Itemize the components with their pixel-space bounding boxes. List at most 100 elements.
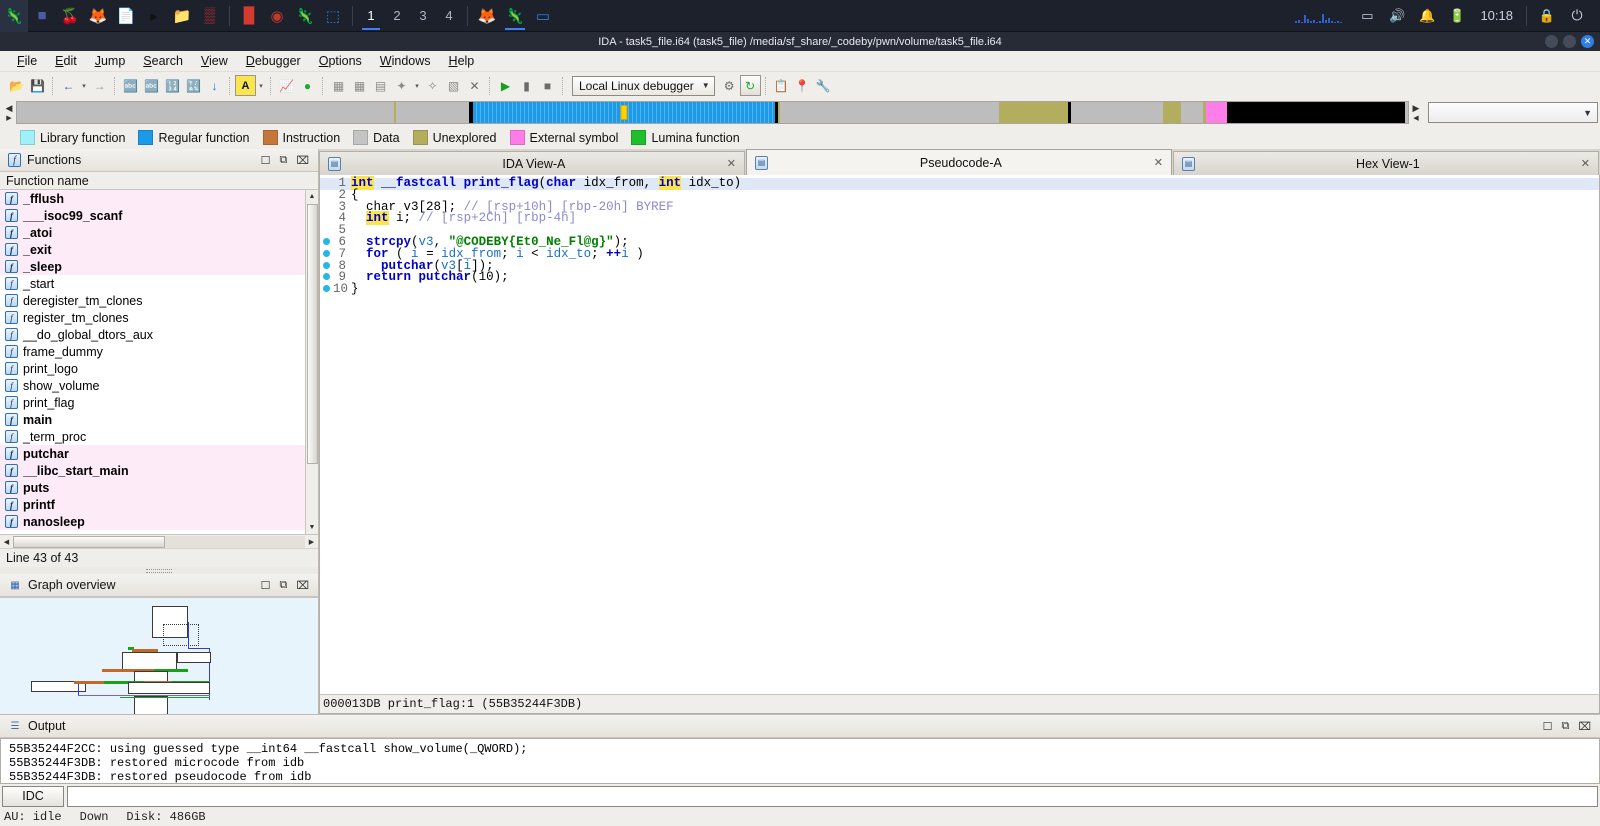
function-list-item[interactable]: f___isoc99_scanf (0, 207, 305, 224)
float-pane-button[interactable]: ⧉ (1561, 720, 1569, 733)
app-icon-document[interactable]: 📄 (112, 0, 140, 32)
power-icon[interactable]: ⏻ (1562, 0, 1592, 32)
functions-list[interactable]: f_fflushf___isoc99_scanff_atoif_exitf_sl… (0, 190, 305, 534)
function-list-item[interactable]: f_start (0, 275, 305, 292)
menu-bar[interactable]: FileEditJumpSearchViewDebuggerOptionsWin… (0, 51, 1600, 72)
debugger-run-button[interactable]: ▶ (495, 75, 516, 96)
forward-button[interactable]: → (89, 75, 110, 96)
graph-node-selection[interactable] (163, 624, 199, 646)
scroll-thumb[interactable] (307, 204, 318, 464)
menu-file[interactable]: File (8, 52, 46, 70)
save-button[interactable]: 💾 (27, 75, 48, 96)
tab-close-icon[interactable]: ✕ (1154, 156, 1163, 169)
app-icon-files[interactable]: ■ (28, 0, 56, 32)
maximize-pane-button[interactable]: ☐ (261, 579, 271, 592)
pane-splitter[interactable] (0, 567, 318, 574)
scroll-track[interactable] (13, 536, 305, 548)
debugger-refresh-button[interactable]: ↻ (740, 75, 761, 96)
pseudocode-text[interactable]: 1int __fastcall print_flag(char idx_from… (320, 175, 1599, 694)
back-button[interactable]: ← (58, 75, 79, 96)
code-line[interactable]: 8 putchar(v3[i]); (320, 261, 1599, 273)
delete-button[interactable]: ✕ (464, 75, 485, 96)
app-icon-folder[interactable]: 📁 (168, 0, 196, 32)
tab-pseudocode-a[interactable]: ▤Pseudocode-A✕ (746, 149, 1172, 175)
text-style-button[interactable]: A (235, 75, 256, 96)
battery-icon[interactable]: 🔋 (1442, 0, 1472, 32)
graph-view-button[interactable]: 📈 (276, 75, 297, 96)
close-pane-button[interactable]: ⌧ (296, 579, 309, 592)
workspace-switcher[interactable]: 1234 (358, 0, 462, 32)
function-list-item[interactable]: f_fflush (0, 190, 305, 207)
maximize-pane-button[interactable]: ☐ (261, 154, 271, 167)
task-icon-burp[interactable]: █ (235, 0, 263, 32)
function-list-item[interactable]: fprint_logo (0, 360, 305, 377)
function-list-item[interactable]: f__do_global_dtors_aux (0, 326, 305, 343)
task-icon-vscode[interactable]: ⬚ (319, 0, 347, 32)
function-list-item[interactable]: fnanosleep (0, 513, 305, 530)
tray-icons[interactable]: ▭🔊🔔🔋 (1352, 0, 1472, 32)
jump-to-number-button[interactable]: 🔢 (162, 75, 183, 96)
scroll-left-icon[interactable]: ◀ (0, 538, 13, 546)
breakpoint-marker[interactable] (320, 261, 333, 273)
watch-button[interactable]: ▧ (443, 75, 464, 96)
jump-to-address-button[interactable]: 🔤 (120, 75, 141, 96)
analysis-3-button[interactable]: ▤ (370, 75, 391, 96)
menu-view[interactable]: View (192, 52, 237, 70)
analysis-2-button[interactable]: ▦ (349, 75, 370, 96)
breakpoint-marker[interactable] (320, 249, 333, 261)
scroll-right-icon[interactable]: ▶ (305, 538, 318, 546)
window-controls[interactable]: ✕ (1545, 35, 1600, 48)
navigation-zoom-select[interactable]: ▼ (1428, 102, 1598, 123)
run-green-button[interactable]: ● (297, 75, 318, 96)
functions-pane-buttons[interactable]: ☐ ⧉ ⌧ (261, 154, 314, 167)
breakpoint-marker[interactable] (320, 272, 333, 284)
menu-jump[interactable]: Jump (86, 52, 135, 70)
function-list-item[interactable]: fshow_volume (0, 377, 305, 394)
function-list-item[interactable]: fmain (0, 411, 305, 428)
breakpoint-marker[interactable] (320, 284, 333, 296)
navigation-band[interactable] (16, 101, 1409, 124)
output-pane-buttons[interactable]: ☐⧉⌧ (1543, 720, 1596, 733)
app-icon-terminal[interactable]: ▸ (140, 0, 168, 32)
code-line[interactable]: 7 for ( i = idx_from; i < idx_to; ++i ) (320, 249, 1599, 261)
breakpoint-list-button[interactable]: ✧ (422, 75, 443, 96)
function-list-item[interactable]: f__libc_start_main (0, 462, 305, 479)
breakpoint-add-button[interactable]: ✦ (391, 75, 412, 96)
menu-options[interactable]: Options (310, 52, 371, 70)
jump-to-next-button[interactable]: 🔣 (183, 75, 204, 96)
taskbar-app-launchers[interactable]: 🦎■🍒🦊📄▸📁▒ (0, 0, 224, 32)
function-list-item[interactable]: fderegister_tm_clones (0, 292, 305, 309)
nav-scroll-right-icon[interactable]: ▶◀ (1409, 101, 1423, 125)
graph-overview-thumbnail[interactable] (0, 597, 318, 714)
app-icon-ghidra[interactable]: ▒ (196, 0, 224, 32)
functions-column-header[interactable]: Function name (0, 172, 318, 190)
open-file-button[interactable]: 📂 (6, 75, 27, 96)
output-log[interactable]: 55B35244F2CC: using guessed type __int64… (0, 738, 1600, 784)
debugger-options-button[interactable]: ⚙ (719, 75, 740, 96)
function-list-item[interactable]: fregister_tm_clones (0, 309, 305, 326)
pseudocode-editor[interactable]: 1int __fastcall print_flag(char idx_from… (319, 175, 1600, 714)
app-icon-cherrytree[interactable]: 🍒 (56, 0, 84, 32)
menu-search[interactable]: Search (134, 52, 192, 70)
navigation-band-row[interactable]: ◀▶ ▶◀ ▼ (0, 99, 1600, 126)
code-line[interactable]: 1int __fastcall print_flag(char idx_from… (320, 178, 1599, 190)
maximize-pane-button[interactable]: ☐ (1543, 720, 1553, 733)
lock-icon[interactable]: 🔒 (1532, 0, 1562, 32)
function-list-item[interactable]: fputchar (0, 445, 305, 462)
stop-button[interactable]: ■ (537, 75, 558, 96)
minimize-button[interactable] (1545, 35, 1558, 48)
scroll-up-icon[interactable]: ▲ (306, 190, 319, 203)
code-line[interactable]: 9 return putchar(10); (320, 272, 1599, 284)
app-icon-ida-logo[interactable]: 🦎 (0, 0, 28, 32)
taskbar-running-apps[interactable]: █◉🦎⬚ (235, 0, 347, 32)
task-icon-ida-active[interactable]: 🦎 (501, 0, 529, 32)
analysis-1-button[interactable]: ▦ (328, 75, 349, 96)
close-pane-button[interactable]: ⌧ (296, 154, 309, 167)
float-pane-button[interactable]: ⧉ (279, 154, 287, 167)
graph-overview-pane-buttons[interactable]: ☐⧉⌧ (261, 579, 314, 592)
functions-vertical-scrollbar[interactable]: ▲ ▼ (305, 190, 318, 534)
menu-edit[interactable]: Edit (46, 52, 86, 70)
main-toolbar[interactable]: 📂💾←▾→🔤🔤🔢🔣↓A▾📈●▦▦▤✦▾✧▧✕▶▮■ Local Linux de… (0, 72, 1600, 99)
jump-to-name-button[interactable]: 🔤 (141, 75, 162, 96)
structures-button[interactable]: 📋 (771, 75, 792, 96)
